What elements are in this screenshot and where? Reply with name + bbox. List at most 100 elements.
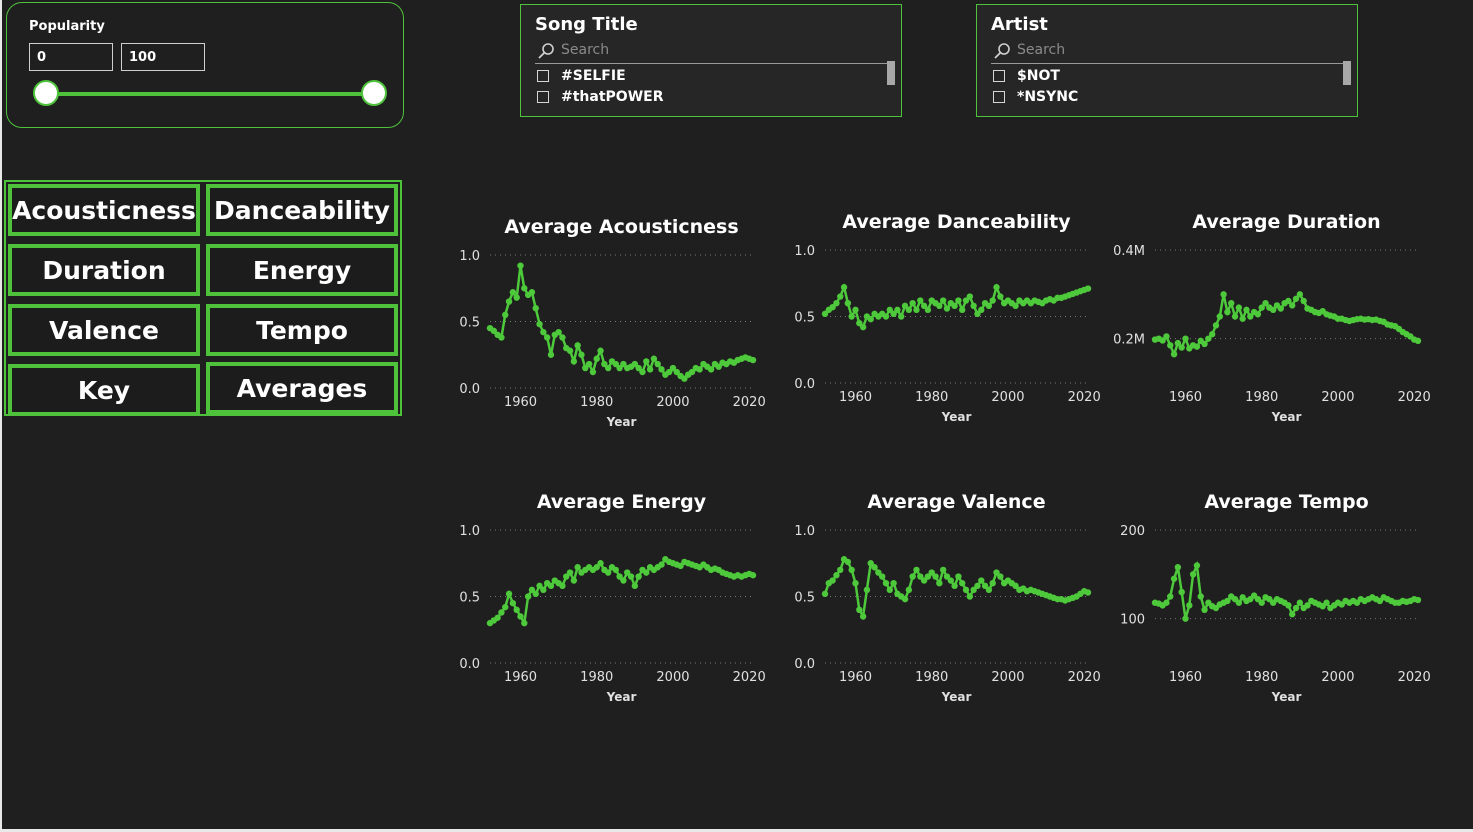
data-point: [513, 606, 520, 613]
data-point: [749, 572, 757, 579]
data-point: [1193, 562, 1201, 569]
popularity-min-input[interactable]: [29, 43, 113, 71]
chart-svg: Average Danceability 0.0 0.5 1.0 1960 1980 200…: [794, 211, 1100, 424]
data-point: [856, 606, 863, 613]
data-point: [521, 619, 528, 627]
x-tick-label: 2020: [1068, 670, 1101, 685]
y-tick-label: 0.5: [459, 591, 480, 606]
song-title-search[interactable]: Search: [535, 41, 887, 64]
popularity-min-handle[interactable]: [33, 80, 59, 106]
data-point: [1163, 333, 1170, 340]
nav-acousticness-button[interactable]: Acousticness: [8, 184, 200, 236]
data-point: [517, 613, 524, 620]
x-tick-label: 1980: [915, 390, 948, 405]
data-point: [654, 360, 661, 368]
data-point: [837, 566, 844, 574]
nav-tempo-button[interactable]: Tempo: [206, 304, 398, 356]
data-point: [997, 573, 1004, 580]
data-point: [509, 599, 517, 607]
y-tick-label: 0.0: [794, 377, 815, 392]
checkbox[interactable]: [537, 91, 549, 103]
x-tick-label: 2020: [1068, 390, 1101, 405]
x-tick-label: 2000: [1321, 390, 1354, 405]
artist-slicer-title: Artist: [991, 14, 1048, 35]
data-point: [696, 366, 703, 373]
data-point: [578, 351, 585, 358]
x-tick-label: 1960: [504, 670, 537, 685]
data-point: [1239, 315, 1246, 322]
data-point: [966, 593, 974, 600]
data-point: [1212, 322, 1220, 329]
data-point: [566, 569, 574, 576]
data-point: [612, 566, 619, 574]
data-point: [528, 289, 536, 296]
data-point: [852, 580, 859, 587]
nav-key-button[interactable]: Key: [8, 364, 200, 416]
artist-scrollbar[interactable]: [1343, 61, 1351, 85]
data-point: [707, 366, 715, 373]
x-tick-label: 1980: [1245, 390, 1278, 405]
y-tick-label: 0.0: [794, 657, 815, 672]
checkbox[interactable]: [993, 70, 1005, 82]
data-point: [1285, 602, 1292, 609]
data-point: [498, 609, 505, 616]
y-tick-label: 1.0: [459, 249, 480, 264]
data-point: [536, 320, 543, 328]
x-tick-label: 1980: [1245, 670, 1278, 685]
nav-valence-button[interactable]: Valence: [8, 304, 200, 356]
x-tick-label: 2000: [991, 390, 1024, 405]
data-point: [909, 573, 916, 580]
data-point: [597, 560, 604, 567]
song-title-scrollbar[interactable]: [887, 61, 895, 85]
data-point: [505, 298, 513, 305]
data-point: [867, 315, 874, 323]
checkbox[interactable]: [993, 91, 1005, 103]
data-point: [852, 306, 859, 314]
x-axis-label: Year: [1271, 410, 1302, 424]
data-point: [513, 294, 520, 301]
slicer-item[interactable]: *NSYNC: [993, 87, 1078, 107]
data-point: [1243, 306, 1250, 314]
chart-average-energy: Average Energy 0.0 0.5 1.0 1960 1980 2000 2020 Y…: [448, 480, 765, 719]
data-point: [844, 558, 852, 566]
chart-average-duration: Average Duration 0.2M 0.4M 1960 1980 2000 2020…: [1113, 200, 1431, 439]
slicer-item[interactable]: #thatPOWER: [537, 87, 663, 107]
data-point: [574, 564, 581, 571]
nav-danceability-button[interactable]: Danceability: [206, 184, 398, 236]
data-point: [597, 347, 604, 354]
slicer-item[interactable]: $NOT: [993, 66, 1060, 86]
data-point: [985, 586, 993, 594]
x-axis-label: Year: [606, 690, 637, 704]
x-tick-label: 1960: [1169, 670, 1202, 685]
data-point: [559, 334, 566, 341]
chart-title: Average Valence: [867, 491, 1045, 513]
data-point: [901, 595, 909, 603]
x-tick-label: 1980: [580, 395, 613, 410]
data-point: [547, 582, 555, 590]
data-point: [574, 342, 581, 349]
data-point: [1208, 331, 1216, 338]
data-point: [540, 586, 547, 594]
popularity-max-handle[interactable]: [361, 80, 387, 106]
x-tick-label: 2020: [1398, 390, 1431, 405]
data-point: [585, 360, 593, 368]
x-tick-label: 2000: [991, 670, 1024, 685]
y-tick-label: 0.5: [794, 311, 815, 326]
data-point: [844, 300, 852, 307]
nav-duration-button[interactable]: Duration: [8, 244, 200, 296]
nav-averages-button[interactable]: Averages: [206, 362, 398, 414]
slicer-item[interactable]: #SELFIE: [537, 66, 626, 86]
checkbox[interactable]: [537, 70, 549, 82]
x-tick-label: 1960: [1169, 390, 1202, 405]
data-point: [620, 577, 627, 584]
x-axis-label: Year: [1271, 690, 1302, 704]
data-point: [532, 590, 539, 598]
data-point: [829, 577, 836, 584]
data-point: [1167, 593, 1174, 600]
data-point: [871, 564, 878, 571]
popularity-max-input[interactable]: [121, 43, 205, 71]
data-point: [1174, 564, 1182, 571]
nav-energy-button[interactable]: Energy: [206, 244, 398, 296]
popularity-slider-track[interactable]: [45, 92, 375, 96]
artist-search[interactable]: Search: [991, 41, 1343, 64]
